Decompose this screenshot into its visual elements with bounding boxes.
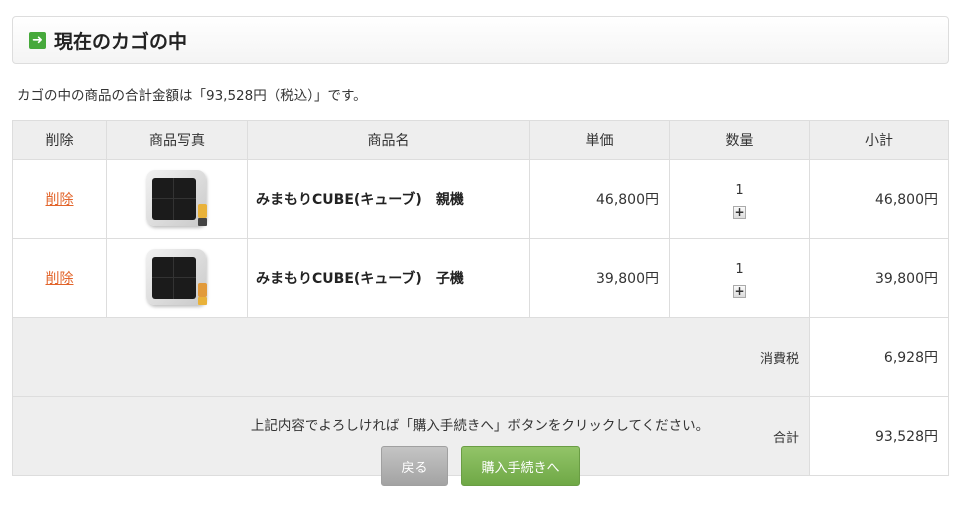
product-photo-cell — [106, 159, 248, 239]
table-header-row: 削除 商品写真 商品名 単価 数量 小計 — [12, 120, 949, 160]
delete-item-link[interactable]: 削除 — [46, 271, 74, 287]
tax-row: 消費税 6,928円 — [12, 317, 949, 397]
arrow-right-icon: ➜ — [29, 31, 46, 49]
delete-item-link[interactable]: 削除 — [46, 192, 74, 208]
column-header-delete: 削除 — [12, 120, 107, 160]
quantity-value: 1 — [735, 261, 744, 277]
quantity-cell: 1 + — [669, 238, 810, 318]
tax-value: 6,928円 — [809, 317, 949, 397]
increase-quantity-button[interactable]: + — [733, 284, 746, 298]
quantity-cell: 1 + — [669, 159, 810, 239]
product-name: みまもりCUBE(キューブ) 子機 — [247, 238, 530, 318]
proceed-to-purchase-button[interactable]: 購入手続きへ — [461, 446, 580, 486]
column-header-subtotal: 小計 — [809, 120, 949, 160]
delete-cell: 削除 — [12, 159, 107, 239]
column-header-photo: 商品写真 — [106, 120, 248, 160]
item-subtotal: 46,800円 — [809, 159, 949, 239]
increase-quantity-button[interactable]: + — [733, 205, 746, 219]
delete-cell: 削除 — [12, 238, 107, 318]
total-value: 93,528円 — [809, 396, 949, 476]
product-photo-cell — [106, 238, 248, 318]
product-image-cube-parent[interactable] — [144, 166, 210, 228]
unit-price: 39,800円 — [529, 238, 670, 318]
page-title: 現在のカゴの中 — [54, 30, 188, 53]
tax-label: 消費税 — [12, 317, 810, 397]
quantity-value: 1 — [735, 182, 744, 198]
checkout-notice: 上記内容でよろしければ「購入手続きへ」ボタンをクリックしてください。 — [250, 418, 710, 434]
unit-price: 46,800円 — [529, 159, 670, 239]
cart-total-summary: カゴの中の商品の合計金額は「93,528円（税込）」です。 — [17, 88, 367, 104]
back-button[interactable]: 戻る — [381, 446, 448, 486]
column-header-product-name: 商品名 — [247, 120, 530, 160]
table-row: 削除 みまもりCUBE(キューブ) 親機 46,800円 1 + 46,800円 — [12, 159, 949, 239]
column-header-quantity: 数量 — [669, 120, 810, 160]
cart-heading: ➜ 現在のカゴの中 — [12, 16, 949, 64]
product-name: みまもりCUBE(キューブ) 親機 — [247, 159, 530, 239]
item-subtotal: 39,800円 — [809, 238, 949, 318]
table-row: 削除 みまもりCUBE(キューブ) 子機 39,800円 1 + 39,800円 — [12, 238, 949, 318]
product-image-cube-child[interactable] — [144, 245, 210, 307]
column-header-unit-price: 単価 — [529, 120, 670, 160]
cart-page: ➜ 現在のカゴの中 カゴの中の商品の合計金額は「93,528円（税込）」です。 … — [0, 0, 960, 527]
